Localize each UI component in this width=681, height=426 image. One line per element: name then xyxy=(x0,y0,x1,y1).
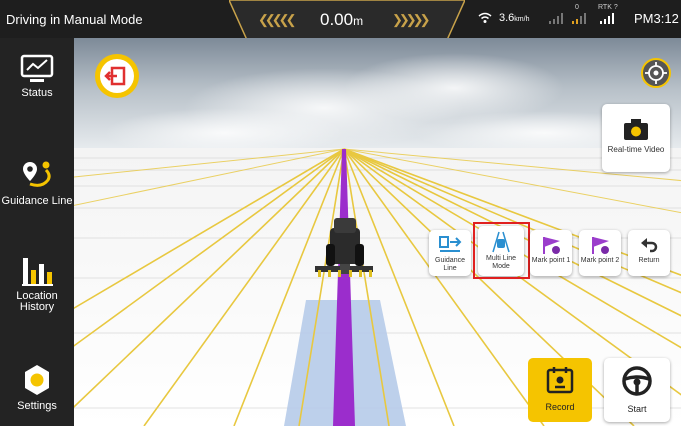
return-button[interactable]: Return xyxy=(628,230,670,276)
record-button[interactable]: Record xyxy=(528,358,592,422)
rtk-label: RTK ? xyxy=(598,4,618,11)
guidance-line-button[interactable]: Guidance Line xyxy=(429,230,471,276)
realtime-video-label: Real-time Video xyxy=(607,145,665,154)
right-chevrons-icon: ❯❯❯❯❯ xyxy=(392,12,431,27)
crosshair-icon xyxy=(645,62,667,84)
mark-point-1-label: Mark point 1 xyxy=(531,257,571,264)
flag-2-icon xyxy=(592,237,609,254)
exit-button[interactable] xyxy=(95,54,139,98)
sidebar-item-location-history[interactable]: Location History xyxy=(0,254,74,313)
sidebar-item-label: Location History xyxy=(16,290,58,313)
mark-point-1-button[interactable]: Mark point 1 xyxy=(530,230,572,276)
sidebar-item-guidance-line[interactable]: Guidance Line xyxy=(0,158,74,207)
start-label: Start xyxy=(627,404,647,414)
guidance-route-icon xyxy=(23,161,51,187)
record-icon xyxy=(546,367,574,394)
cell-signal-icon xyxy=(549,13,563,24)
sidebar-item-label: Guidance Line xyxy=(1,195,73,207)
camera-icon xyxy=(624,119,648,140)
flag-1-icon xyxy=(543,237,560,254)
top-status-bar: Driving in Manual Mode ❮❮❮❮❮ 0.00m ❯❯❯❯❯… xyxy=(0,0,681,40)
satellite-signal-icon xyxy=(572,13,586,24)
wifi-icon xyxy=(478,12,492,23)
bar-chart-icon xyxy=(22,258,53,286)
return-label: Return xyxy=(638,257,660,264)
exit-icon xyxy=(104,66,126,86)
sidebar-item-status[interactable]: Status xyxy=(0,54,74,99)
sidebar-item-settings[interactable]: Settings xyxy=(0,363,74,412)
locate-button[interactable] xyxy=(641,58,671,88)
guidance-line-label: Guidance Line xyxy=(435,257,465,272)
status-monitor-icon xyxy=(20,54,54,82)
clock: PM3:12 xyxy=(634,11,679,26)
mark-point-2-button[interactable]: Mark point 2 xyxy=(579,230,621,276)
sidebar-item-label: Settings xyxy=(17,400,57,412)
start-button[interactable]: Start xyxy=(604,358,670,422)
left-chevrons-icon: ❮❮❮❮❮ xyxy=(258,12,297,27)
driving-mode-title: Driving in Manual Mode xyxy=(6,12,143,27)
satellite-count: 0 xyxy=(575,4,579,11)
guidance-line-icon xyxy=(439,236,462,252)
realtime-video-button[interactable]: Real-time Video xyxy=(602,104,670,172)
highlight-box xyxy=(473,222,530,279)
speed-readout: 3.6km/h xyxy=(499,12,530,24)
sidebar: Status Guidance Line Location History Se… xyxy=(0,38,74,426)
mark-point-2-label: Mark point 2 xyxy=(580,257,620,264)
gear-icon xyxy=(25,365,49,395)
return-arrow-icon xyxy=(641,238,658,253)
distance-readout: 0.00m xyxy=(320,10,364,29)
steering-wheel-icon xyxy=(622,366,652,396)
rtk-signal-icon xyxy=(600,13,614,24)
record-label: Record xyxy=(545,402,575,412)
sidebar-item-label: Status xyxy=(21,87,53,99)
